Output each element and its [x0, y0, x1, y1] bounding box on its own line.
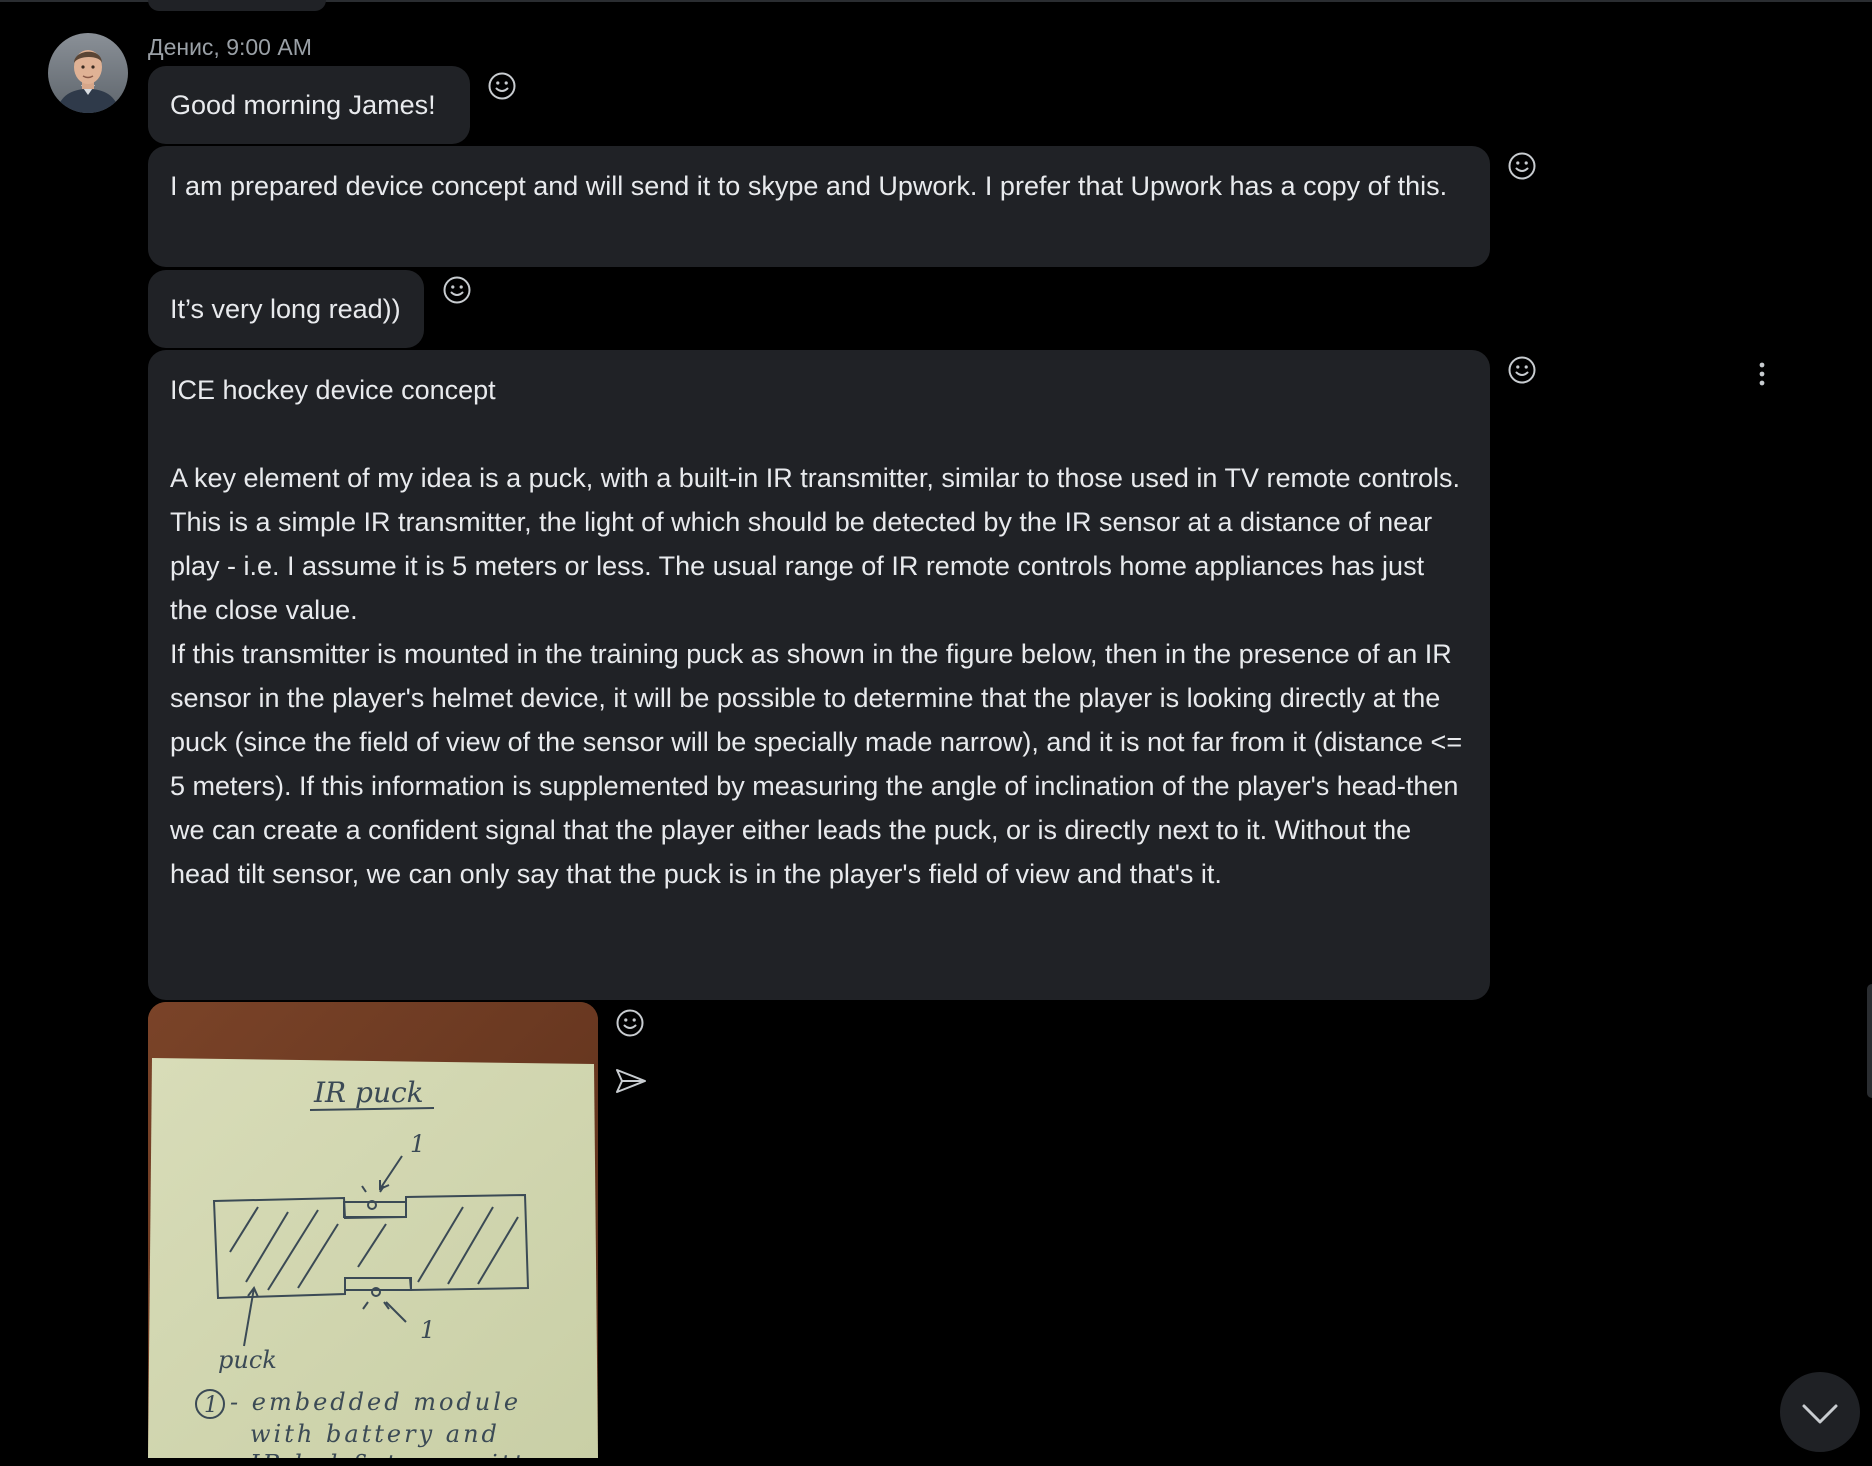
sketch-label-1-top: 1 [410, 1130, 425, 1158]
sketch-label-puck: puck [218, 1346, 277, 1374]
sketch-legend-line: with battery and [250, 1420, 500, 1448]
message-bubble[interactable]: Good morning James! [148, 66, 470, 144]
message-sender-time: Денис, 9:00 AM [148, 34, 312, 60]
message-paragraph: If this transmitter is mounted in the tr… [170, 639, 1463, 889]
message-bubble[interactable]: ICE hockey device concept A key element … [148, 350, 1490, 1000]
scroll-to-bottom-button[interactable] [1780, 1372, 1860, 1452]
add-reaction-smiley-icon[interactable] [442, 275, 472, 305]
message-bubble[interactable]: I am prepared device concept and will se… [148, 146, 1490, 267]
chevron-down-icon [1802, 1404, 1838, 1424]
more-options-vertical-ellipsis-icon[interactable] [1752, 359, 1772, 389]
image-attachment[interactable]: IR puck 1 1 puck 1 - embedded module wit… [148, 1002, 598, 1458]
scrollbar[interactable] [1867, 984, 1872, 1098]
message-bubble[interactable]: It’s very long read)) [148, 270, 424, 348]
sketch-title: IR puck [313, 1076, 424, 1109]
sketch-label-1-bottom: 1 [420, 1316, 435, 1344]
add-reaction-smiley-icon[interactable] [615, 1008, 645, 1038]
forward-send-arrow-icon[interactable] [614, 1066, 648, 1096]
ir-puck-sketch-photo: IR puck 1 1 puck 1 - embedded module wit… [148, 1002, 598, 1458]
avatar-photo [48, 33, 128, 113]
message-text: I am prepared device concept and will se… [170, 171, 1448, 201]
message-paragraph: A key element of my idea is a puck, with… [170, 463, 1461, 493]
sketch-legend-number: 1 [204, 1393, 218, 1418]
message-paragraph: This is a simple IR transmitter, the lig… [170, 507, 1433, 625]
add-reaction-smiley-icon[interactable] [1507, 355, 1537, 385]
add-reaction-smiley-icon[interactable] [1507, 151, 1537, 181]
add-reaction-smiley-icon[interactable] [487, 71, 517, 101]
avatar[interactable] [48, 33, 128, 113]
previous-message-bubble[interactable] [148, 0, 326, 11]
sketch-legend-line: IR led & transmitter [249, 1450, 558, 1458]
message-title: ICE hockey device concept [170, 375, 496, 405]
message-text: It’s very long read)) [170, 294, 401, 324]
chat-view: Денис, 9:00 AM Good morning James! I am … [0, 0, 1872, 1466]
message-text: Good morning James! [170, 90, 436, 120]
sketch-legend-line: - embedded module [230, 1388, 521, 1416]
